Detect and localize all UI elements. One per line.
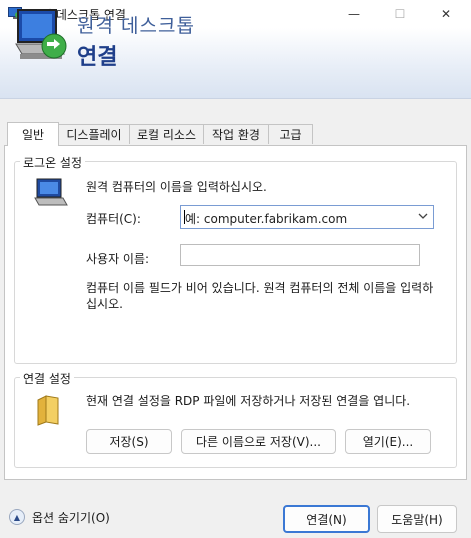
- tab-display[interactable]: 디스플레이: [58, 124, 130, 144]
- logon-settings-legend: 로그온 설정: [20, 154, 86, 171]
- banner-title-line1: 원격 데스크톱: [77, 15, 195, 37]
- username-input[interactable]: [180, 244, 420, 266]
- computer-icon: [34, 178, 68, 206]
- tab-advanced[interactable]: 고급: [268, 124, 313, 144]
- connection-description: 현재 연결 설정을 RDP 파일에 저장하거나 저장된 연결을 엽니다.: [86, 394, 411, 408]
- remote-desktop-monitor-icon: [15, 9, 67, 59]
- minimize-button[interactable]: —: [331, 0, 377, 28]
- logon-instruction: 원격 컴퓨터의 이름을 입력하십시오.: [86, 180, 267, 194]
- banner-title-line2: 연결: [77, 45, 118, 70]
- banner: [0, 28, 471, 99]
- save-as-button[interactable]: 다른 이름으로 저장(V)...: [181, 429, 336, 454]
- chevron-down-icon[interactable]: [417, 209, 429, 226]
- tab-experience[interactable]: 작업 환경: [203, 124, 269, 144]
- save-button[interactable]: 저장(S): [86, 429, 172, 454]
- computer-label: 컴퓨터(C):: [86, 212, 141, 226]
- hide-options-link[interactable]: 옵션 숨기기(O): [32, 509, 110, 526]
- help-button[interactable]: 도움말(H): [377, 505, 457, 533]
- computer-placeholder: 예: computer.fabrikam.com: [185, 212, 348, 226]
- close-button[interactable]: ✕: [423, 0, 469, 28]
- maximize-button[interactable]: ☐: [377, 0, 423, 28]
- open-button[interactable]: 열기(E)...: [345, 429, 431, 454]
- chevron-up-icon[interactable]: ▲: [9, 509, 25, 525]
- empty-computer-hint: 컴퓨터 이름 필드가 비어 있습니다. 원격 컴퓨터의 전체 이름을 입력하십시…: [86, 281, 434, 311]
- computer-combobox[interactable]: 예: computer.fabrikam.com: [180, 205, 434, 229]
- folder-icon: [37, 395, 59, 426]
- tab-general[interactable]: 일반: [7, 122, 59, 146]
- connection-settings-legend: 연결 설정: [20, 370, 74, 387]
- connection-settings-group: [14, 377, 457, 468]
- tab-local-resources[interactable]: 로컬 리소스: [129, 124, 204, 144]
- connect-button[interactable]: 연결(N): [283, 505, 370, 533]
- username-label: 사용자 이름:: [86, 252, 150, 266]
